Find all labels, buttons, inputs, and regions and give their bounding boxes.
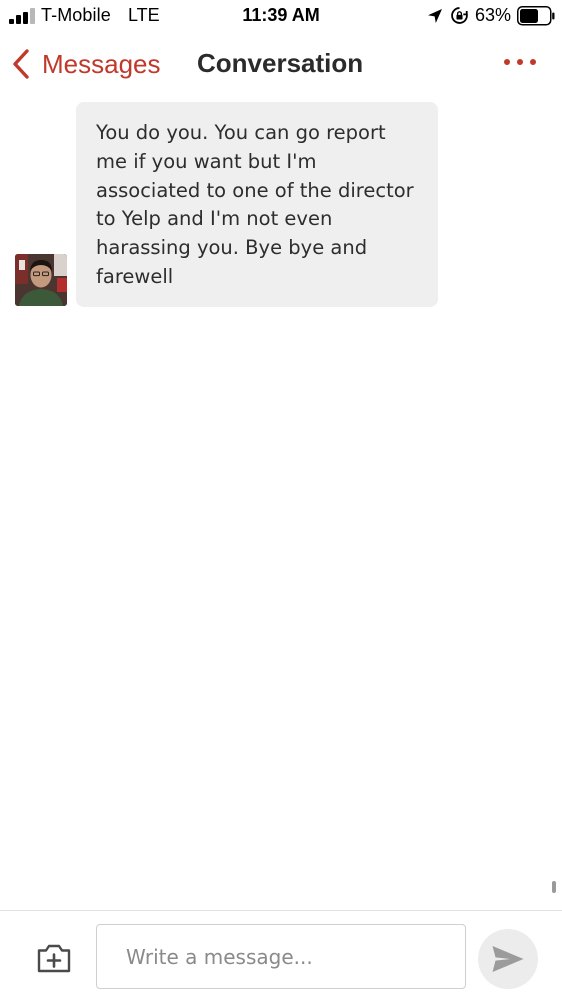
- message-composer: [0, 910, 562, 1000]
- avatar[interactable]: [15, 254, 67, 306]
- back-button[interactable]: Messages: [10, 46, 161, 82]
- camera-plus-icon[interactable]: [36, 941, 72, 975]
- send-icon: [492, 946, 524, 972]
- message-bubble[interactable]: You do you. You can go report me if you …: [76, 102, 438, 307]
- ellipsis-icon[interactable]: [500, 50, 540, 76]
- battery-percentage: 63%: [475, 5, 512, 25]
- scrollbar[interactable]: [552, 881, 556, 893]
- person-photo-icon: [15, 254, 67, 306]
- location-arrow-icon: [428, 9, 442, 23]
- send-button[interactable]: [478, 929, 538, 989]
- message-text: You do you. You can go report me if you …: [96, 121, 414, 288]
- back-button-label: Messages: [42, 48, 161, 79]
- battery-icon: [517, 6, 555, 26]
- conversation-screen: T-Mobile LTE 11:39 AM 63% Messages Conve…: [0, 0, 562, 1000]
- message-input[interactable]: [96, 924, 466, 989]
- chevron-left-icon: [13, 49, 29, 79]
- rotation-lock-icon: [451, 7, 468, 24]
- page-title: Conversation: [197, 48, 364, 78]
- status-bar: T-Mobile LTE 11:39 AM 63%: [0, 0, 562, 32]
- navigation-bar: Messages Conversation: [0, 38, 562, 88]
